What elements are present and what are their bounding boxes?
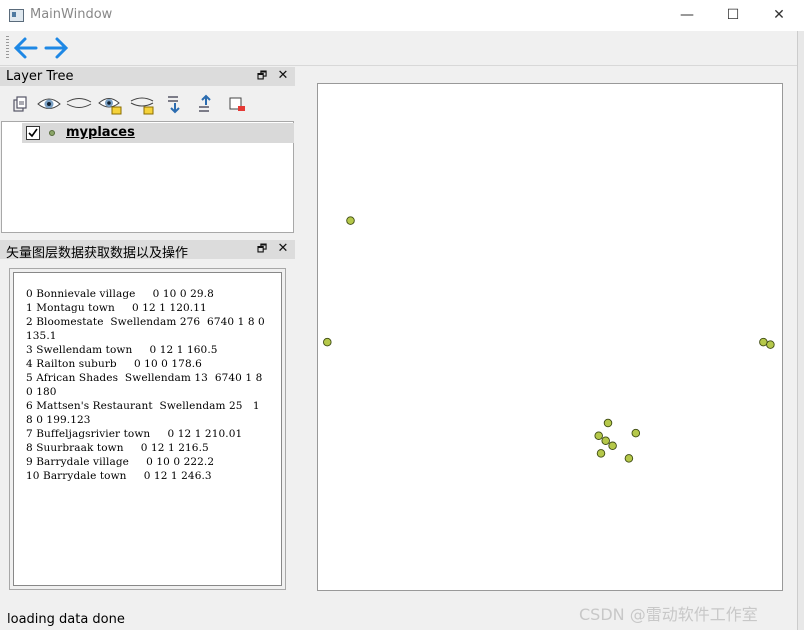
arrow-right-icon: [44, 37, 69, 59]
toolbar-grip[interactable]: [6, 36, 9, 60]
map-point[interactable]: [323, 337, 332, 347]
map-points-layer: [323, 216, 775, 463]
dock-close-icon[interactable]: ✕: [275, 68, 291, 84]
forward-button[interactable]: [42, 34, 70, 62]
point-symbol-icon: [49, 130, 55, 136]
attribute-line: 8 Suurbraak town 0 12 1 216.5: [26, 442, 209, 454]
layer-tree-title: Layer Tree: [6, 69, 74, 84]
attribute-line: 7 Buffeljagsrivier town 0 12 1 210.01: [26, 428, 243, 440]
map-point[interactable]: [624, 454, 634, 463]
attribute-line: 9 Barrydale village 0 10 0 222.2: [26, 456, 215, 468]
layer-tree-dock-title[interactable]: Layer Tree 🗗 ✕: [0, 67, 295, 86]
watermark: CSDN @雷动软件工作室: [579, 605, 758, 624]
dock-float-icon[interactable]: 🗗: [254, 68, 270, 84]
expand-all-icon[interactable]: [164, 93, 186, 115]
collapse-all-icon[interactable]: [195, 93, 217, 115]
attribute-line: 10 Barrydale town 0 12 1 246.3: [26, 470, 212, 482]
attribute-panel: 0 Bonnievale village 0 10 0 29.8 1 Montag…: [9, 268, 286, 590]
layer-visibility-checkbox[interactable]: [26, 126, 40, 140]
hide-selected-icon[interactable]: [130, 93, 154, 115]
dock-float-icon[interactable]: 🗗: [254, 241, 270, 257]
attribute-line: 0 180: [26, 386, 57, 398]
app-icon: [9, 9, 24, 22]
map-point[interactable]: [608, 441, 617, 451]
main-toolbar: [0, 31, 804, 66]
attribute-dock-title-text: 矢量图层数据获取数据以及操作: [6, 246, 189, 261]
layer-tree-view[interactable]: myplaces: [1, 121, 294, 233]
map-point[interactable]: [603, 418, 613, 428]
layer-tree-toolbar: [0, 86, 295, 120]
attribute-dock-title[interactable]: 矢量图层数据获取数据以及操作 🗗 ✕: [0, 240, 295, 261]
map-point[interactable]: [594, 431, 603, 440]
attribute-line: 0 Bonnievale village 0 10 0 29.8: [26, 288, 214, 300]
back-button[interactable]: [12, 34, 40, 62]
map-point[interactable]: [759, 337, 768, 347]
close-button[interactable]: ✕: [756, 0, 802, 31]
map-canvas[interactable]: [317, 83, 783, 591]
right-dock-edge: [797, 31, 804, 630]
attribute-line: 2 Bloomestate Swellendam 276 6740 1 8 0: [26, 316, 265, 328]
map-point[interactable]: [596, 449, 606, 458]
dock-close-icon[interactable]: ✕: [275, 241, 291, 257]
window-title: MainWindow: [30, 7, 113, 22]
attribute-line: 5 African Shades Swellendam 13 6740 1 8: [26, 372, 263, 384]
attribute-line: 6 Mattsen's Restaurant Swellendam 25 1: [26, 400, 260, 412]
map-point[interactable]: [766, 340, 775, 349]
attribute-line: 8 0 199.123: [26, 414, 91, 426]
hide-all-icon[interactable]: [66, 93, 92, 115]
arrow-left-icon: [13, 37, 38, 59]
remove-layer-icon[interactable]: [226, 93, 248, 115]
title-bar: MainWindow — ☐ ✕: [0, 0, 804, 31]
attribute-line: 4 Railton suburb 0 10 0 178.6: [26, 358, 202, 370]
map-point[interactable]: [346, 216, 355, 225]
attribute-line: 1 Montagu town 0 12 1 120.11: [26, 302, 207, 314]
add-group-icon[interactable]: [8, 93, 30, 115]
layer-name[interactable]: myplaces: [66, 125, 135, 140]
layer-row[interactable]: myplaces: [22, 123, 294, 143]
show-selected-icon[interactable]: [98, 93, 122, 115]
show-all-icon[interactable]: [37, 93, 61, 115]
maximize-button[interactable]: ☐: [710, 0, 756, 31]
status-message: loading data done: [7, 612, 125, 627]
map-point[interactable]: [601, 436, 610, 445]
minimize-button[interactable]: —: [664, 0, 710, 31]
attribute-line: 135.1: [26, 330, 57, 342]
map-point[interactable]: [631, 428, 641, 438]
attribute-text-output[interactable]: 0 Bonnievale village 0 10 0 29.8 1 Montag…: [13, 272, 282, 586]
attribute-line: 3 Swellendam town 0 12 1 160.5: [26, 344, 218, 356]
